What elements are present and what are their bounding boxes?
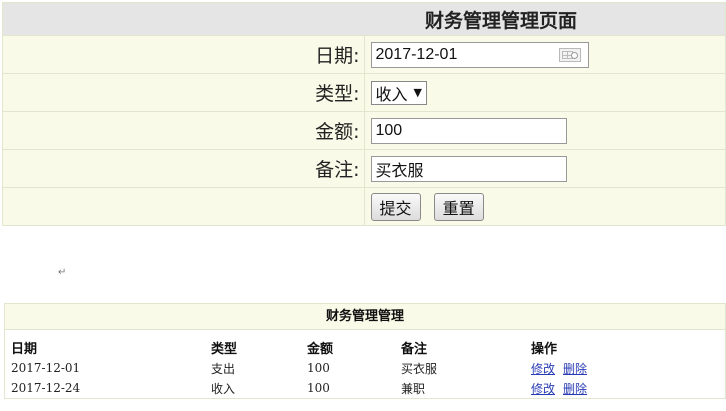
- empty-label-cell: [2, 187, 365, 226]
- button-cell: 提交 重置: [363, 187, 726, 226]
- header-date: 日期: [11, 341, 38, 357]
- list-title: 财务管理管理: [5, 304, 725, 330]
- edit-link[interactable]: 修改: [531, 362, 555, 376]
- date-label: 日期:: [2, 35, 365, 74]
- type-cell: 收入 ▼: [363, 73, 726, 112]
- cell-note: 兼职: [401, 381, 426, 396]
- header-type: 类型: [211, 341, 238, 357]
- header-note: 备注: [401, 341, 428, 357]
- note-input[interactable]: [370, 155, 567, 182]
- dropdown-arrow-icon: ▼: [413, 86, 422, 99]
- paragraph-mark-icon: ↵: [58, 267, 67, 278]
- cell-amount: 100: [307, 381, 330, 395]
- note-cell: [363, 149, 726, 188]
- cell-type: 收入: [211, 381, 236, 396]
- amount-cell: [363, 111, 726, 150]
- amount-input[interactable]: [370, 117, 567, 144]
- calendar-icon[interactable]: [558, 47, 581, 62]
- edit-link[interactable]: 修改: [531, 382, 555, 396]
- reset-button[interactable]: 重置: [433, 192, 484, 221]
- finance-list: 财务管理管理 日期 类型 金额 备注 操作 2017-12-01 支出 100 …: [4, 303, 726, 399]
- table-row: 2017-12-01 支出 100 买衣服 修改 删除: [5, 358, 725, 378]
- delete-link[interactable]: 删除: [563, 362, 587, 376]
- cell-actions: 修改 删除: [525, 358, 725, 378]
- note-label: 备注:: [2, 149, 365, 188]
- date-cell: [363, 35, 726, 74]
- finance-form: 财务管理管理页面 日期: 类型: 收入 ▼ 金额: 备注:: [2, 2, 726, 226]
- type-selected-value: 收入: [375, 84, 408, 104]
- amount-label: 金额:: [2, 111, 365, 150]
- records-table: 日期 类型 金额 备注 操作 2017-12-01 支出 100 买衣服 修改删…: [5, 330, 725, 398]
- page-title: 财务管理管理页面: [2, 2, 726, 36]
- cell-actions: 修改 删除: [525, 378, 725, 398]
- cell-date: 2017-12-01: [11, 361, 81, 375]
- delete-link[interactable]: 删除: [563, 382, 587, 396]
- cell-amount: 100: [307, 361, 330, 375]
- header-actions: 操作: [531, 341, 558, 357]
- header-amount: 金额: [307, 341, 334, 357]
- submit-button[interactable]: 提交: [370, 192, 421, 221]
- table-header-row: 日期 类型 金额 备注 操作: [5, 330, 725, 358]
- cell-date: 2017-12-24: [11, 381, 81, 395]
- cell-type: 支出: [211, 361, 236, 376]
- type-select[interactable]: 收入 ▼: [370, 80, 427, 105]
- table-row: 2017-12-24 收入 100 兼职 修改 删除: [5, 378, 725, 398]
- cell-note: 买衣服: [401, 361, 438, 376]
- date-input[interactable]: [370, 41, 589, 68]
- date-picker[interactable]: [370, 41, 589, 68]
- type-label: 类型:: [2, 73, 365, 112]
